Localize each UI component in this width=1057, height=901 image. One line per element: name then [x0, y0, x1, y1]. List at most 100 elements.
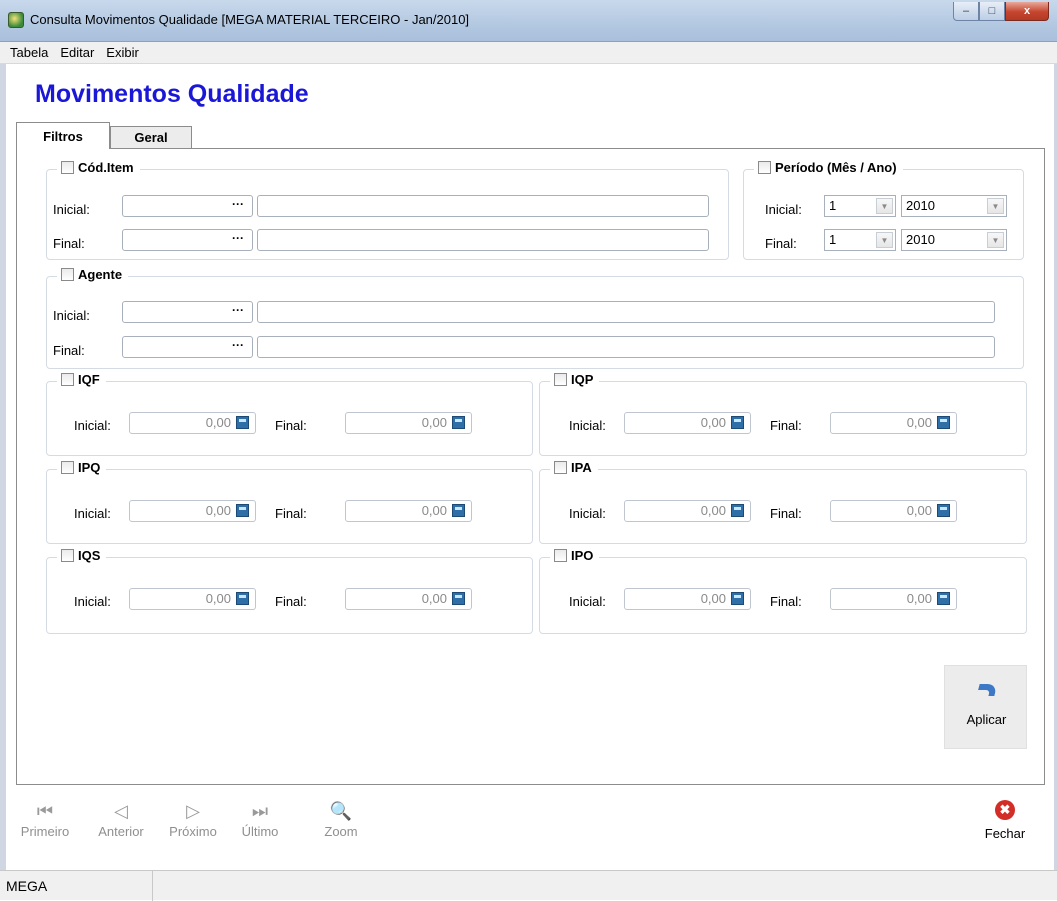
iqf-label: IQF — [78, 372, 100, 387]
calculator-icon[interactable] — [452, 592, 465, 605]
ultimo-label: Último — [241, 824, 279, 839]
ipq-header: IPQ — [57, 460, 107, 475]
proximo-label: Próximo — [169, 824, 217, 839]
iqp-inicial-value: 0,00 — [700, 415, 726, 430]
iqs-inicial-field[interactable]: 0,00 — [129, 588, 256, 610]
ipa-header: IPA — [550, 460, 598, 475]
minimize-button[interactable]: – — [953, 2, 979, 21]
agente-inicial-label: Inicial: — [53, 308, 90, 323]
calculator-icon[interactable] — [452, 416, 465, 429]
calculator-icon[interactable] — [937, 416, 950, 429]
iqf-final-field[interactable]: 0,00 — [345, 412, 472, 434]
cod-item-final-lookup-button[interactable]: ··· — [227, 232, 249, 248]
periodo-inicial-ano-select[interactable]: 2010 ▼ — [901, 195, 1007, 217]
calculator-icon[interactable] — [731, 504, 744, 517]
calculator-icon[interactable] — [731, 592, 744, 605]
iqf-checkbox[interactable] — [61, 373, 74, 386]
cod-item-header: Cód.Item — [57, 160, 140, 175]
maximize-button[interactable]: □ — [979, 2, 1005, 21]
cod-item-checkbox[interactable] — [61, 161, 74, 174]
menu-tabela[interactable]: Tabela — [4, 45, 54, 60]
ipq-checkbox[interactable] — [61, 461, 74, 474]
iqp-inicial-field[interactable]: 0,00 — [624, 412, 751, 434]
agente-inicial-lookup-button[interactable]: ··· — [227, 304, 249, 320]
ipq-inicial-field[interactable]: 0,00 — [129, 500, 256, 522]
proximo-button[interactable]: ▷ Próximo — [160, 798, 226, 839]
ipq-final-label: Final: — [275, 506, 307, 521]
periodo-inicial-mes-select[interactable]: 1 ▼ — [824, 195, 896, 217]
tab-filtros[interactable]: Filtros — [16, 122, 110, 149]
ipq-final-field[interactable]: 0,00 — [345, 500, 472, 522]
fechar-button[interactable]: ✖ Fechar — [975, 800, 1035, 841]
agente-group: Agente Inicial: ··· Final: ··· — [46, 267, 1024, 369]
agente-final-code[interactable]: ··· — [122, 336, 253, 358]
agente-final-lookup-button[interactable]: ··· — [227, 339, 249, 355]
calculator-icon[interactable] — [937, 592, 950, 605]
iqp-checkbox[interactable] — [554, 373, 567, 386]
cod-item-inicial-lookup-button[interactable]: ··· — [227, 198, 249, 214]
apply-arrow-icon — [976, 684, 998, 696]
window-title: Consulta Movimentos Qualidade [MEGA MATE… — [30, 12, 470, 27]
cod-item-final-code[interactable]: ··· — [122, 229, 253, 251]
zoom-button[interactable]: 🔍 Zoom — [318, 798, 364, 839]
zoom-label: Zoom — [324, 824, 358, 839]
periodo-final-ano-select[interactable]: 2010 ▼ — [901, 229, 1007, 251]
cod-item-inicial-code[interactable]: ··· — [122, 195, 253, 217]
chevron-down-icon[interactable]: ▼ — [876, 232, 893, 248]
iqs-header: IQS — [57, 548, 107, 563]
cod-item-inicial-description[interactable] — [257, 195, 709, 217]
agente-inicial-description[interactable] — [257, 301, 995, 323]
ipo-group: IPO Inicial: 0,00 Final: 0,00 — [539, 548, 1027, 634]
window-title-bar[interactable]: Consulta Movimentos Qualidade [MEGA MATE… — [0, 0, 1057, 42]
agente-checkbox[interactable] — [61, 268, 74, 281]
ipq-label: IPQ — [78, 460, 101, 475]
periodo-checkbox[interactable] — [758, 161, 771, 174]
periodo-group: Período (Mês / Ano) Inicial: 1 ▼ 2010 ▼ … — [743, 160, 1024, 260]
calculator-icon[interactable] — [452, 504, 465, 517]
calculator-icon[interactable] — [236, 416, 249, 429]
ipo-header: IPO — [550, 548, 600, 563]
anterior-button[interactable]: ◁ Anterior — [90, 798, 152, 839]
iqs-inicial-label: Inicial: — [74, 594, 111, 609]
close-window-button[interactable]: x — [1005, 2, 1049, 21]
agente-final-description[interactable] — [257, 336, 995, 358]
ipo-inicial-field[interactable]: 0,00 — [624, 588, 751, 610]
ipo-checkbox[interactable] — [554, 549, 567, 562]
iqs-final-field[interactable]: 0,00 — [345, 588, 472, 610]
iqf-inicial-label: Inicial: — [74, 418, 111, 433]
tab-geral[interactable]: Geral — [110, 126, 192, 148]
first-record-icon: ⏮ — [36, 801, 54, 821]
iqp-group: IQP Inicial: 0,00 Final: 0,00 — [539, 372, 1027, 456]
cod-item-final-description[interactable] — [257, 229, 709, 251]
agente-final-label: Final: — [53, 343, 85, 358]
ipo-final-value: 0,00 — [906, 591, 932, 606]
iqs-checkbox[interactable] — [61, 549, 74, 562]
ipa-final-field[interactable]: 0,00 — [830, 500, 957, 522]
menu-editar[interactable]: Editar — [54, 45, 100, 60]
menu-exibir[interactable]: Exibir — [100, 45, 145, 60]
periodo-final-mes-select[interactable]: 1 ▼ — [824, 229, 896, 251]
iqp-final-field[interactable]: 0,00 — [830, 412, 957, 434]
iqs-final-value: 0,00 — [421, 591, 447, 606]
calculator-icon[interactable] — [236, 504, 249, 517]
iqf-inicial-field[interactable]: 0,00 — [129, 412, 256, 434]
aplicar-button[interactable]: Aplicar — [944, 665, 1027, 749]
primeiro-button[interactable]: ⏮ Primeiro — [18, 798, 72, 839]
ipo-final-field[interactable]: 0,00 — [830, 588, 957, 610]
calculator-icon[interactable] — [236, 592, 249, 605]
calculator-icon[interactable] — [731, 416, 744, 429]
agente-label: Agente — [78, 267, 123, 282]
aplicar-label: Aplicar — [966, 712, 1007, 727]
ipa-group: IPA Inicial: 0,00 Final: 0,00 — [539, 460, 1027, 544]
chevron-down-icon[interactable]: ▼ — [876, 198, 893, 214]
agente-inicial-code[interactable]: ··· — [122, 301, 253, 323]
app-icon — [8, 12, 24, 28]
chevron-down-icon[interactable]: ▼ — [987, 198, 1004, 214]
chevron-down-icon[interactable]: ▼ — [987, 232, 1004, 248]
cod-item-inicial-label: Inicial: — [53, 202, 90, 217]
ultimo-button[interactable]: ⏭ Último — [235, 798, 285, 839]
menu-bar: Tabela Editar Exibir — [0, 42, 1057, 64]
ipa-inicial-field[interactable]: 0,00 — [624, 500, 751, 522]
ipa-checkbox[interactable] — [554, 461, 567, 474]
calculator-icon[interactable] — [937, 504, 950, 517]
